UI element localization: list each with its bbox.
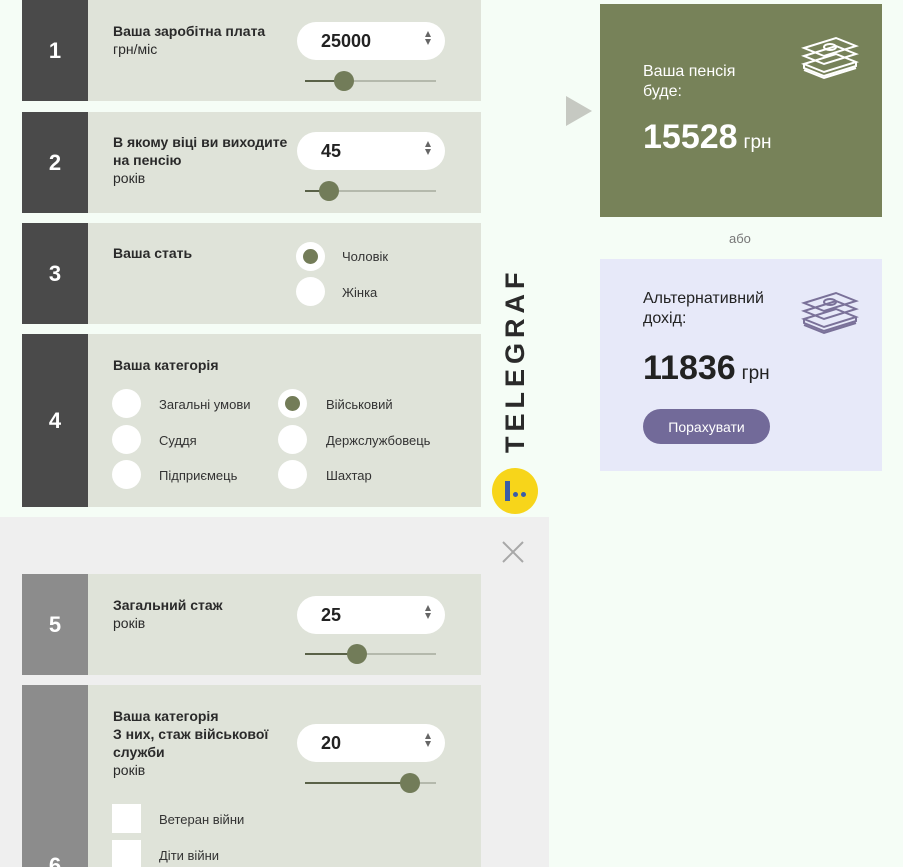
stepper-arrows-icon[interactable] xyxy=(425,31,431,45)
alt-income-value: 11836 грн xyxy=(643,349,770,388)
slider-fill xyxy=(305,782,410,784)
alternative-income-card: Альтернативний дохід: 11836 грн Порахуват… xyxy=(600,259,882,471)
radio-miner[interactable] xyxy=(278,460,307,489)
pension-amount: 15528 xyxy=(643,118,738,156)
calculate-button[interactable]: Порахувати xyxy=(643,409,770,444)
slider-handle[interactable] xyxy=(399,773,420,793)
stepper-arrows-icon[interactable] xyxy=(425,605,431,619)
military-experience-label: Ваша категорія З них, стаж військової сл… xyxy=(113,707,268,779)
money-stack-icon xyxy=(800,289,860,340)
question-salary: 1 Ваша заробітна плата грн/міс 25000 xyxy=(22,0,481,101)
pension-title-line2: буде: xyxy=(643,83,682,100)
step-number: 1 xyxy=(22,0,88,101)
slider-handle[interactable] xyxy=(347,644,368,664)
radio-military[interactable] xyxy=(278,389,307,418)
salary-stepper[interactable]: 25000 xyxy=(297,22,445,60)
radio-civil-servant-label: Держслужбовець xyxy=(326,433,431,448)
step-number: 6 xyxy=(22,685,88,867)
alt-income-label: Альтернативний дохід: xyxy=(643,289,764,329)
radio-general-conditions-label: Загальні умови xyxy=(159,397,251,412)
play-arrow-icon xyxy=(566,96,592,126)
radio-male[interactable] xyxy=(296,242,325,271)
alt-title-line1: Альтернативний xyxy=(643,290,764,307)
radio-general-conditions[interactable] xyxy=(112,389,141,418)
question-total-experience: 5 Загальний стаж років 25 xyxy=(22,574,481,675)
gender-title: Ваша стать xyxy=(113,245,193,261)
question-retirement-age: 2 В якому віці ви виходите на пенсію рок… xyxy=(22,112,481,213)
pension-title-line1: Ваша пенсія xyxy=(643,63,736,80)
alt-title-line2: дохід: xyxy=(643,310,687,327)
question-category: 4 Ваша категорія Загальні умови Військов… xyxy=(22,334,481,507)
question-gender: 3 Ваша стать Чоловік Жінка xyxy=(22,223,481,324)
military-experience-value[interactable]: 20 xyxy=(321,733,341,754)
radio-female[interactable] xyxy=(296,277,325,306)
retirement-age-value[interactable]: 45 xyxy=(321,141,341,162)
retirement-age-title-line2: на пенсію xyxy=(113,152,182,168)
radio-judge[interactable] xyxy=(112,425,141,454)
pension-value: 15528 грн xyxy=(643,118,772,157)
radio-civil-servant[interactable] xyxy=(278,425,307,454)
checkbox-war-veteran-label: Ветеран війни xyxy=(159,812,245,827)
military-experience-unit: років xyxy=(113,762,146,778)
retirement-age-slider[interactable] xyxy=(305,181,436,201)
telegraf-logo: TELEGRAF xyxy=(488,248,544,518)
retirement-age-label: В якому віці ви виходите на пенсію років xyxy=(113,133,287,187)
radio-judge-label: Суддя xyxy=(159,433,197,448)
step-number: 3 xyxy=(22,223,88,324)
money-stack-icon xyxy=(800,34,860,85)
radio-entrepreneur[interactable] xyxy=(112,460,141,489)
slider-handle[interactable] xyxy=(318,181,339,201)
radio-military-label: Військовий xyxy=(326,397,393,412)
experience-value[interactable]: 25 xyxy=(321,605,341,626)
radio-female-label: Жінка xyxy=(342,285,378,300)
salary-slider[interactable] xyxy=(305,71,436,91)
experience-stepper[interactable]: 25 xyxy=(297,596,445,634)
step-number-text: 6 xyxy=(48,853,62,867)
checkbox-war-children[interactable] xyxy=(112,840,141,867)
radio-entrepreneur-label: Підприємець xyxy=(159,468,238,483)
stepper-arrows-icon[interactable] xyxy=(425,141,431,155)
salary-title: Ваша заробітна плата xyxy=(113,23,266,39)
salary-value[interactable]: 25000 xyxy=(321,31,371,52)
radio-male-label: Чоловік xyxy=(342,249,389,264)
category-title: Ваша категорія xyxy=(113,357,219,373)
pension-result-card: Ваша пенсія буде: 15528 грн xyxy=(600,4,882,217)
step-number: 5 xyxy=(22,574,88,675)
pension-unit: грн xyxy=(743,132,772,153)
close-icon[interactable] xyxy=(502,541,524,563)
retirement-age-unit: років xyxy=(113,170,146,186)
step-number: 4 xyxy=(22,334,88,507)
salary-unit: грн/міс xyxy=(113,41,158,57)
pension-result-label: Ваша пенсія буде: xyxy=(643,62,735,102)
alt-unit: грн xyxy=(741,363,770,384)
military-experience-slider[interactable] xyxy=(305,773,436,793)
telegraf-badge-icon xyxy=(492,468,538,514)
stepper-arrows-icon[interactable] xyxy=(425,733,431,747)
experience-title: Загальний стаж xyxy=(113,597,223,613)
alt-amount: 11836 xyxy=(643,349,736,387)
retirement-age-title-line1: В якому віці ви виходите xyxy=(113,134,288,150)
checkbox-war-veteran[interactable] xyxy=(112,804,141,833)
experience-slider[interactable] xyxy=(305,644,436,664)
telegraf-wordmark: TELEGRAF xyxy=(500,267,530,454)
retirement-age-stepper[interactable]: 45 xyxy=(297,132,445,170)
military-title-line2: З них, стаж військової xyxy=(113,726,269,742)
military-title-line1: Ваша категорія xyxy=(113,708,219,724)
radio-miner-label: Шахтар xyxy=(326,468,372,483)
experience-label: Загальний стаж років xyxy=(113,596,223,632)
slider-handle[interactable] xyxy=(334,71,355,91)
military-experience-stepper[interactable]: 20 xyxy=(297,724,445,762)
question-military-experience: 6 Ваша категорія З них, стаж військової … xyxy=(22,685,481,867)
salary-label: Ваша заробітна плата грн/міс xyxy=(113,22,265,58)
or-divider: або xyxy=(729,231,751,246)
military-title-line3: служби xyxy=(113,744,165,760)
step-number: 2 xyxy=(22,112,88,213)
checkbox-war-children-label: Діти війни xyxy=(159,848,220,863)
experience-unit: років xyxy=(113,615,146,631)
